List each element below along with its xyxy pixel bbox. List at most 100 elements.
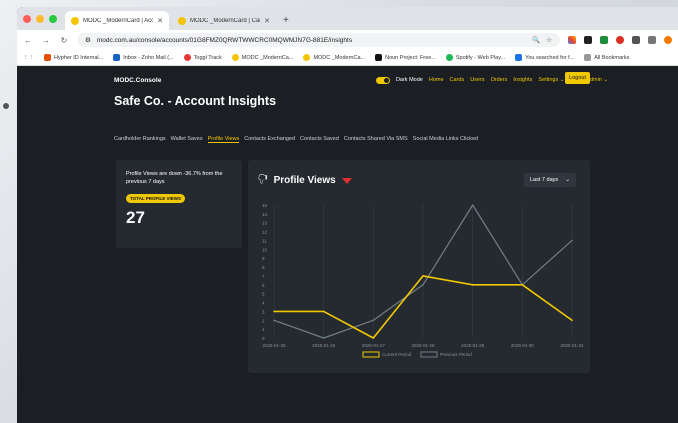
nav-orders[interactable]: Orders	[491, 77, 508, 83]
y-tick-label: 7	[262, 274, 265, 279]
y-tick-label: 13	[262, 221, 268, 226]
nav-insights[interactable]: Insights	[513, 77, 532, 83]
stat-message: Profile Views are down -36.7% from the p…	[126, 171, 223, 185]
x-tick-label: 2025-01-29	[461, 343, 485, 348]
subtab-cardholder-rankings[interactable]: Cardholder Rankings	[114, 136, 166, 143]
legend-swatch	[362, 351, 380, 358]
y-tick-label: 15	[262, 203, 268, 208]
menu-icon[interactable]	[648, 36, 656, 44]
extension-icon[interactable]	[584, 36, 592, 44]
modc-favicon-icon	[178, 16, 186, 25]
insight-subtabs: Cardholder Rankings Wallet Saves Profile…	[114, 136, 478, 143]
data-point	[273, 319, 275, 322]
y-tick-label: 4	[262, 301, 265, 306]
bookmark-item[interactable]: Spotify - Web Play...	[445, 54, 505, 61]
new-tab-button[interactable]: +	[279, 11, 293, 30]
extensions-puzzle-icon[interactable]	[632, 36, 640, 44]
bookmarks-bar: ⋮⋮ Hypher ID Internal... Inbox - Zoho Ma…	[17, 50, 678, 66]
tab-title: MODC _ModernCard | Accou	[83, 17, 153, 24]
bookmark-item[interactable]: Toggl Track	[183, 54, 222, 61]
modc-favicon-icon	[71, 16, 79, 25]
back-icon[interactable]: ←	[23, 36, 33, 45]
profile-views-chart-card: 🖓 Profile Views Last 7 days ⌄ 0123456789…	[248, 160, 590, 373]
extension-icon[interactable]	[568, 36, 576, 44]
subtab-contacts-shared-sms[interactable]: Contacts Shared Via SMS	[344, 136, 408, 143]
data-point	[571, 319, 573, 322]
data-point	[422, 275, 424, 277]
y-tick-label: 8	[262, 265, 265, 270]
data-point	[273, 310, 275, 313]
extension-icon[interactable]	[616, 36, 624, 44]
minimize-window-button[interactable]	[36, 14, 44, 23]
data-point	[322, 310, 325, 313]
nav-home[interactable]: Home	[429, 77, 444, 83]
subtab-social-links-clicked[interactable]: Social Media Links Clicked	[413, 136, 478, 143]
subtab-profile-views[interactable]: Profile Views	[207, 136, 240, 143]
nav-cards[interactable]: Cards	[450, 77, 465, 83]
dark-mode-label: Dark Mode	[395, 77, 423, 83]
x-tick-label: 2025-01-26	[312, 343, 336, 348]
apps-grid-icon[interactable]: ⋮⋮	[23, 55, 34, 61]
extension-icons	[568, 36, 672, 44]
browser-tab[interactable]: MODC _ModernCard | Accou ✕	[65, 11, 169, 30]
data-point	[372, 337, 375, 339]
profile-avatar[interactable]	[664, 36, 672, 44]
stat-badge: TOTAL PROFILE VIEWS	[126, 194, 186, 203]
browser-window: MODC _ModernCard | Accou ✕ MODC _ModernC…	[17, 7, 678, 423]
data-point	[422, 284, 424, 286]
subtab-wallet-saves[interactable]: Wallet Saves	[171, 136, 203, 143]
y-tick-label: 5	[262, 292, 265, 297]
data-point	[471, 284, 474, 286]
subtab-contacts-exchanged[interactable]: Contacts Exchanged	[244, 136, 295, 143]
tab-close-icon[interactable]: ✕	[157, 17, 163, 25]
y-tick-label: 0	[262, 336, 265, 341]
bookmark-item[interactable]: MODC _ModernCa...	[303, 54, 365, 61]
bookmark-item[interactable]: Noun Project: Free...	[375, 54, 436, 61]
y-tick-label: 1	[262, 327, 265, 332]
nav-users[interactable]: Users	[470, 77, 484, 83]
subtab-contacts-saved[interactable]: Contacts Saved	[300, 136, 339, 143]
stat-card: Profile Views are down -36.7% from the p…	[116, 160, 242, 248]
desktop-dot	[3, 103, 9, 109]
data-point	[521, 284, 524, 286]
y-tick-label: 14	[262, 212, 268, 217]
x-tick-label: 2025-01-31	[560, 343, 584, 348]
logout-button[interactable]: Logout	[565, 72, 590, 84]
forward-icon[interactable]: →	[41, 36, 51, 45]
address-bar: ← → ↻ ⚙ modc.com.au/console/accounts/01G…	[17, 30, 678, 50]
legend-label: Previous Period	[440, 352, 472, 357]
close-window-button[interactable]	[23, 14, 31, 23]
x-tick-label: 2025-01-27	[362, 343, 386, 348]
brand-logo[interactable]: MODC.Console	[114, 77, 161, 84]
bookmark-item[interactable]: Hypher ID Internal...	[44, 54, 103, 61]
top-nav: MODC.Console Dark Mode Home Cards Users …	[114, 74, 608, 86]
tab-strip: MODC _ModernCard | Accou ✕ MODC _ModernC…	[17, 7, 678, 30]
nav-settings[interactable]: Settings ⌄	[538, 77, 564, 83]
page-title: Safe Co. - Account Insights	[114, 94, 277, 108]
zoom-icon[interactable]: 🔍	[532, 36, 540, 44]
dark-mode-toggle[interactable]	[375, 76, 390, 84]
tab-title: MODC _ModernCard | Card D	[190, 17, 260, 24]
y-tick-label: 11	[262, 238, 267, 243]
bookmark-star-icon[interactable]: ☆	[546, 36, 552, 44]
all-bookmarks-button[interactable]: All Bookmarks	[584, 54, 629, 61]
x-tick-label: 2025-01-30	[511, 343, 535, 348]
bookmark-item[interactable]: MODC _ModernCa...	[231, 54, 293, 61]
browser-tab[interactable]: MODC _ModernCard | Card D ✕	[172, 11, 276, 30]
reload-icon[interactable]: ↻	[59, 36, 69, 45]
y-tick-label: 3	[262, 309, 265, 314]
bookmark-item[interactable]: Inbox - Zoho Mail (...	[113, 54, 174, 61]
y-tick-label: 6	[262, 283, 265, 288]
y-tick-label: 9	[262, 256, 265, 261]
site-info-icon[interactable]: ⚙	[85, 36, 91, 44]
legend-label: Current Period	[382, 352, 412, 357]
url-field[interactable]: ⚙ modc.com.au/console/accounts/01G8FMZ0Q…	[77, 33, 560, 47]
y-tick-label: 10	[262, 247, 268, 252]
y-tick-label: 2	[262, 318, 265, 323]
zoom-window-button[interactable]	[49, 14, 57, 23]
extension-icon[interactable]	[600, 36, 608, 44]
window-controls	[21, 7, 65, 30]
tab-close-icon[interactable]: ✕	[264, 17, 270, 25]
y-tick-label: 12	[262, 230, 268, 235]
bookmark-item[interactable]: You searched for f...	[515, 54, 574, 61]
